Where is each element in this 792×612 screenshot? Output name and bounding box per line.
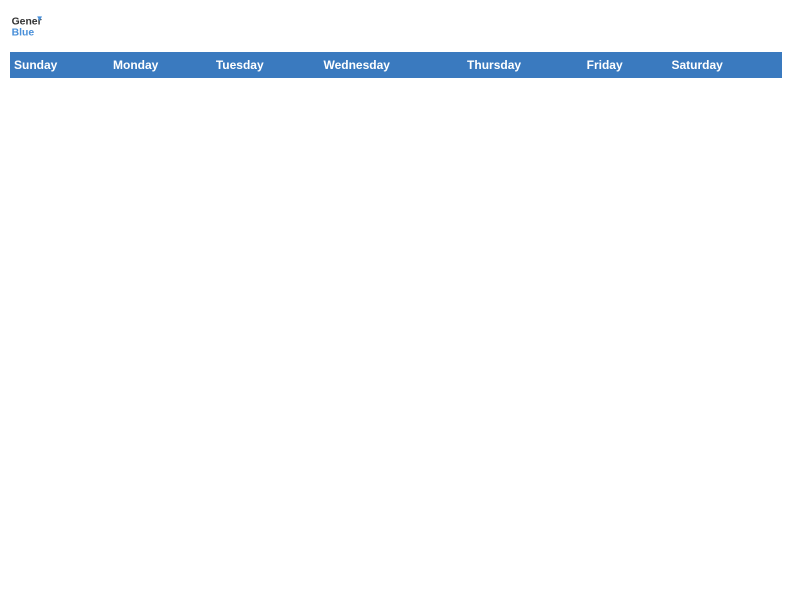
logo-icon: General Blue	[10, 10, 42, 42]
weekday-header: Tuesday	[212, 52, 320, 78]
weekday-header: Sunday	[10, 52, 109, 78]
svg-text:Blue: Blue	[12, 28, 35, 39]
calendar-table: SundayMondayTuesdayWednesdayThursdayFrid…	[10, 52, 782, 78]
weekday-header: Friday	[583, 52, 668, 78]
weekday-header: Wednesday	[319, 52, 463, 78]
header: General Blue	[10, 10, 782, 42]
weekday-header: Thursday	[463, 52, 583, 78]
svg-text:General: General	[12, 16, 42, 27]
weekday-header: Saturday	[668, 52, 783, 78]
weekday-header-row: SundayMondayTuesdayWednesdayThursdayFrid…	[10, 52, 782, 78]
weekday-header: Monday	[109, 52, 212, 78]
logo: General Blue	[10, 10, 42, 42]
